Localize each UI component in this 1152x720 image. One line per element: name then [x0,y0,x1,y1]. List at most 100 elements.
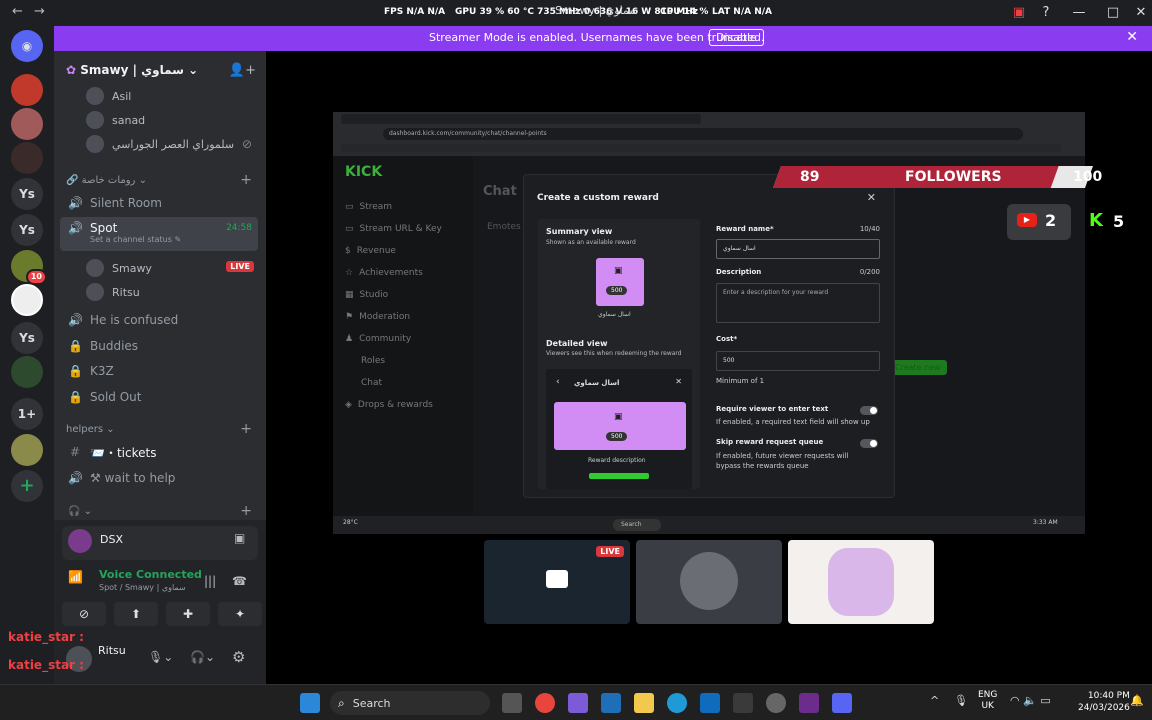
windows-start-icon[interactable] [300,693,320,713]
microphone-icon[interactable]: 🎙⌄ [148,650,173,664]
headset-category-icon[interactable]: 🎧 ⌄ [68,506,92,517]
server-icon-6[interactable] [11,356,43,388]
edge-icon[interactable] [667,693,687,713]
server-ys-2[interactable]: Ys [11,214,43,246]
headphones-icon[interactable]: 🎧⌄ [190,650,215,664]
voice-user[interactable]: سلموراي العصر الجوراسي [86,135,234,153]
server-ys-1[interactable]: Ys [11,178,43,210]
invite-icon[interactable]: 👤+ [229,63,256,78]
voice-channel-icon: 🔊 [68,313,83,327]
file-explorer-icon[interactable] [634,693,654,713]
notification-icon[interactable]: 🔔 [1130,694,1144,707]
voice-channel-label[interactable]: Spot / Smawy | سماوي [99,583,186,592]
video-off-button[interactable]: ⊘ [62,602,106,626]
screen-share-icon[interactable]: ▣ [234,531,245,545]
voice-user[interactable]: Smawy [86,259,152,277]
cost-hint: Minimum of 1 [716,377,765,385]
voice-user[interactable]: sanad [86,111,145,129]
server-icon-5[interactable] [11,284,43,316]
soundboard-button[interactable]: ✦ [218,602,262,626]
voice-user[interactable]: Ritsu [86,283,140,301]
avatar [86,87,104,105]
outlook-icon[interactable] [700,693,720,713]
search-icon: ⌕ [338,695,345,710]
server-rail: ◉ Ys Ys 10 Ys 1+ + [0,26,54,684]
add-channel-icon[interactable]: + [240,421,252,437]
followers-goal: 100 [1073,169,1103,185]
stream-tile-screen[interactable]: LIVE [484,540,630,624]
forward-arrow-icon[interactable]: → [34,4,45,19]
youtube-counter: ▶ 2 [1007,204,1071,240]
youtube-icon: ▶ [1017,213,1037,227]
voice-channel-icon: 🔊 [68,196,83,210]
store-icon[interactable] [733,693,753,713]
channel-k3z[interactable]: 🔒 K3Z [60,359,258,383]
avatar [86,259,104,277]
microphone-icon[interactable]: 🎙 [954,694,968,707]
add-server-icon[interactable]: + [11,470,43,502]
server-ys-3[interactable]: Ys [11,322,43,354]
username: Ritsu [98,644,126,657]
taskbar-clock: 3:33 AM [1033,519,1058,526]
app-icon[interactable] [799,693,819,713]
task-view-icon[interactable] [502,693,522,713]
add-channel-icon[interactable]: + [240,503,252,519]
category-helpers[interactable]: helpers ⌄ [66,424,115,435]
wifi-icon[interactable]: ◠ 🔈 ▭ [1010,694,1051,707]
obs-icon[interactable] [766,693,786,713]
server-icon-4[interactable]: 10 [11,250,47,285]
taskbar-search[interactable]: ⌕ Search [330,691,490,715]
add-channel-icon[interactable]: + [240,172,252,188]
close-window-button[interactable]: ✕ [1130,2,1152,24]
reward-cost: 500 [606,432,628,441]
server-icon-2[interactable] [11,108,43,140]
channel-wait-to-help[interactable]: 🔊 ⚒ wait to help [60,466,258,490]
address-bar: dashboard.kick.com/community/chat/channe… [383,128,1023,140]
followers-current: 89 [800,169,820,185]
stream-tile-avatar-2[interactable] [788,540,934,624]
screen-share-button[interactable]: ⬆ [114,602,158,626]
minimize-button[interactable]: — [1068,2,1090,24]
language-indicator[interactable]: ENG UK [978,690,997,712]
browser-bar: dashboard.kick.com/community/chat/channe… [333,112,1085,156]
chevron-up-icon[interactable]: ^ [930,694,939,707]
maximize-button[interactable]: □ [1102,2,1124,24]
gear-icon[interactable]: ⚙ [232,648,245,666]
channel-confused[interactable]: 🔊 He is confused [60,308,258,332]
channel-buddies[interactable]: 🔒 Buddies [60,334,258,358]
back-arrow-icon[interactable]: ← [12,4,23,19]
screen-share-icon [546,570,568,588]
close-icon[interactable]: ✕ [1126,29,1138,45]
discord-home-icon[interactable]: ◉ [11,30,43,62]
server-icon-1[interactable] [11,74,43,106]
stream-screen[interactable]: dashboard.kick.com/community/chat/channe… [333,112,1124,534]
voice-user[interactable]: Asil [86,87,131,105]
channel-spot[interactable]: 🔊 Spot Set a channel status ✎ 24:58 [60,217,258,251]
vscode-icon[interactable] [601,693,621,713]
copilot-icon[interactable] [568,693,588,713]
server-icon-3[interactable] [11,142,43,174]
disable-button[interactable]: Disable [709,29,764,46]
avatar [86,111,104,129]
clock[interactable]: 10:40 PM 24/03/2026 [1078,690,1130,714]
server-icon-7[interactable] [11,434,43,466]
noise-suppression-icon[interactable]: ||| [204,574,216,588]
discord-icon[interactable] [832,693,852,713]
chrome-icon[interactable] [535,693,555,713]
server-count[interactable]: 1+ [11,398,43,430]
channel-sold-out[interactable]: 🔒 Sold Out [60,385,258,409]
reward-description: Reward description [588,457,646,464]
disconnect-icon[interactable]: ☎ [232,574,247,588]
inbox-icon[interactable]: ▣ [1008,2,1030,24]
category-private[interactable]: 🔗 رومات خاصة ⌄ [66,175,147,186]
server-header[interactable]: ✿ Smawy | سماوي ⌄ [66,63,198,77]
help-icon[interactable]: ? [1035,2,1057,24]
activities-button[interactable]: ✚ [166,602,210,626]
search-label: Search [352,696,391,710]
redeem-button [589,473,649,479]
stream-tile-avatar-1[interactable] [636,540,782,624]
nav-roles: Roles [361,356,386,366]
channel-silent-room[interactable]: 🔊 Silent Room [60,191,258,215]
channel-tickets[interactable]: # 📨・tickets [60,440,258,464]
voice-status[interactable]: Voice Connected [99,568,202,581]
